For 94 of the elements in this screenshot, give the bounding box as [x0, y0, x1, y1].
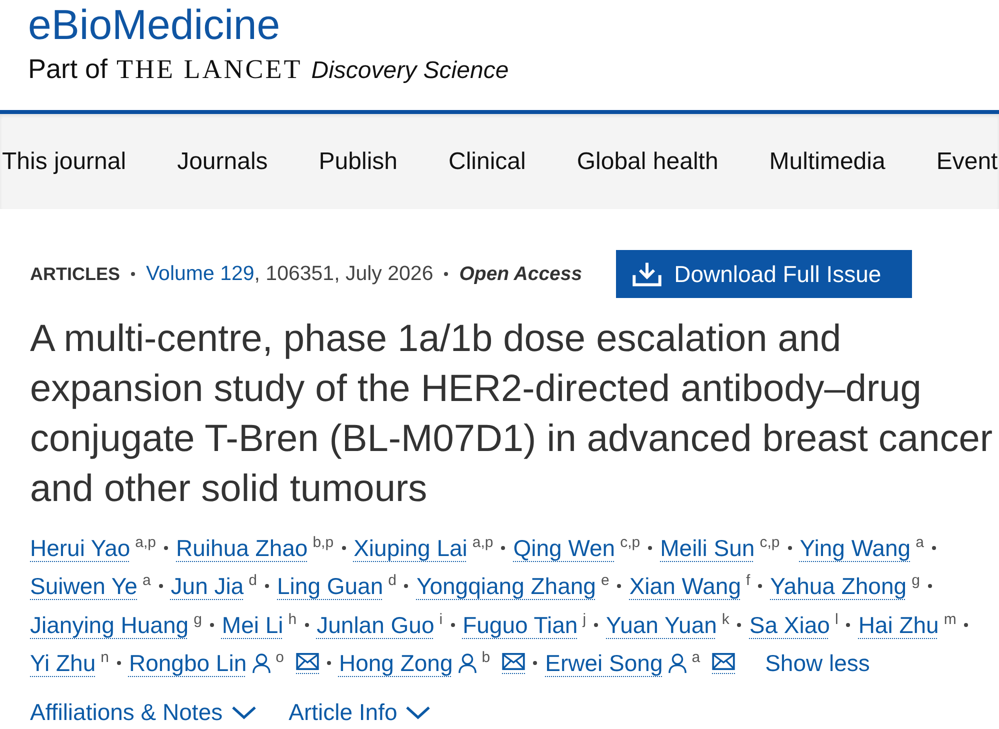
affiliation-marker: c,p: [620, 535, 640, 550]
separator-dot-icon: [265, 584, 269, 588]
affiliation-marker: d: [248, 573, 257, 588]
separator-dot-icon: [131, 272, 135, 276]
download-button[interactable]: Download Full Issue: [616, 250, 912, 298]
article-type: ARTICLES: [30, 264, 120, 284]
separator-dot-icon: [758, 584, 762, 588]
author-link[interactable]: Ling Guan: [277, 567, 384, 606]
separator-dot-icon: [928, 584, 932, 588]
author-link[interactable]: Ying Wang: [800, 529, 911, 568]
author-link[interactable]: Jun Jia: [170, 567, 244, 606]
affiliation-marker: h: [288, 612, 297, 627]
separator-dot-icon: [932, 546, 936, 550]
download-icon: [632, 261, 662, 287]
author-link[interactable]: Xian Wang: [629, 567, 741, 606]
separator-dot-icon: [342, 546, 346, 550]
nav-link[interactable]: This journal: [2, 146, 126, 176]
separator-dot-icon: [648, 546, 652, 550]
affiliation-marker: d: [388, 573, 396, 588]
separator-dot-icon: [158, 584, 163, 588]
author-link[interactable]: Herui Yao: [30, 529, 130, 568]
author-link[interactable]: Rongbo Lin: [128, 644, 247, 682]
author-link[interactable]: Fuguo Tian: [462, 606, 578, 644]
separator-dot-icon: [501, 546, 506, 550]
affiliation-marker: a: [142, 573, 151, 588]
affiliation-marker: e: [600, 573, 610, 588]
affiliation-marker: o: [276, 650, 284, 665]
affiliation-marker: b: [482, 650, 490, 665]
affiliation-marker: g: [194, 612, 202, 627]
separator-dot-icon: [737, 622, 742, 627]
affiliation-marker: b,p: [312, 535, 334, 550]
article-title: A multi-centre, phase 1a/1b dose escalation and expansion study of the HER2-directed antibody–drug conjugate T-Bren (BL-M07D1) in advanced breast cancer and other solid tumours: [30, 317, 994, 512]
section-toggle[interactable]: Article Info: [288, 698, 432, 726]
nav-link[interactable]: Journals: [177, 146, 268, 176]
affiliation-marker: n: [100, 650, 109, 665]
citation-text: , 106351, July 2026: [254, 262, 434, 286]
author-link[interactable]: Yuan Yuan: [606, 606, 717, 644]
affiliation-marker: k: [722, 612, 730, 627]
separator-dot-icon: [404, 584, 408, 588]
author-link[interactable]: Sa Xiao: [749, 606, 830, 644]
author-link[interactable]: Suiwen Ye: [30, 567, 138, 606]
author-link[interactable]: Meili Sun: [660, 529, 755, 568]
affiliation-marker: a: [916, 535, 924, 550]
affiliation-marker: l: [834, 612, 838, 627]
affiliation-marker: a: [692, 650, 700, 665]
affiliation-marker: c,p: [760, 535, 780, 550]
separator-dot-icon: [326, 661, 331, 666]
nav-link[interactable]: Publish: [318, 146, 398, 176]
affiliation-marker: m: [944, 612, 956, 627]
nav-link[interactable]: Multimedia: [769, 146, 886, 176]
author-link[interactable]: Yi Zhu: [30, 644, 96, 682]
author-link[interactable]: Qing Wen: [513, 529, 616, 568]
separator-dot-icon: [304, 622, 309, 627]
affiliation-marker: i: [439, 612, 443, 627]
separator-dot-icon: [594, 622, 598, 627]
section-toggle[interactable]: Affiliations & Notes: [30, 698, 257, 726]
mail-icon[interactable]: [502, 652, 526, 674]
series-name: Discovery Science: [311, 56, 509, 86]
affiliation-marker: f: [746, 573, 750, 588]
logo-tagline: Part of: [28, 53, 108, 85]
open-access-label: Open Access: [459, 262, 582, 286]
affiliation-marker: a,p: [135, 535, 156, 550]
journal-logo[interactable]: eBioMedicine: [28, 0, 280, 50]
author-link[interactable]: Erwei Song: [545, 644, 663, 682]
affiliation-marker: g: [912, 573, 920, 588]
separator-dot-icon: [964, 622, 968, 627]
volume-link[interactable]: Volume 129: [146, 262, 254, 286]
separator-dot-icon: [788, 546, 792, 550]
separator-dot-icon: [444, 272, 448, 276]
author-link[interactable]: Hong Zong: [338, 644, 453, 682]
author-link[interactable]: Yahua Zhong: [770, 567, 907, 606]
show-less-link[interactable]: Show less: [765, 644, 870, 682]
separator-dot-icon: [533, 661, 538, 666]
nav-link[interactable]: Clinical: [448, 146, 526, 176]
author-link[interactable]: Jianying Huang: [30, 606, 189, 644]
separator-dot-icon: [846, 622, 850, 627]
separator-dot-icon: [617, 584, 622, 588]
affiliation-marker: a,p: [472, 535, 494, 550]
affiliation-marker: j: [582, 612, 586, 627]
mail-icon[interactable]: [712, 652, 736, 674]
mail-icon[interactable]: [296, 652, 319, 674]
author-link[interactable]: Ruihua Zhao: [176, 529, 308, 568]
author-link[interactable]: Junlan Guo: [316, 606, 434, 644]
brand-wordmark: THE LANCET: [116, 53, 302, 85]
nav-link[interactable]: Event: [936, 146, 998, 176]
nav-link[interactable]: Global health: [576, 146, 718, 176]
author-link[interactable]: Yongqiang Zhang: [416, 567, 596, 606]
author-link[interactable]: Mei Li: [222, 606, 284, 644]
separator-dot-icon: [164, 546, 168, 550]
separator-dot-icon: [116, 661, 121, 666]
author-link[interactable]: Hai Zhu: [858, 606, 939, 644]
separator-dot-icon: [450, 622, 455, 627]
separator-dot-icon: [210, 622, 214, 627]
author-link[interactable]: Xiuping Lai: [354, 529, 468, 568]
